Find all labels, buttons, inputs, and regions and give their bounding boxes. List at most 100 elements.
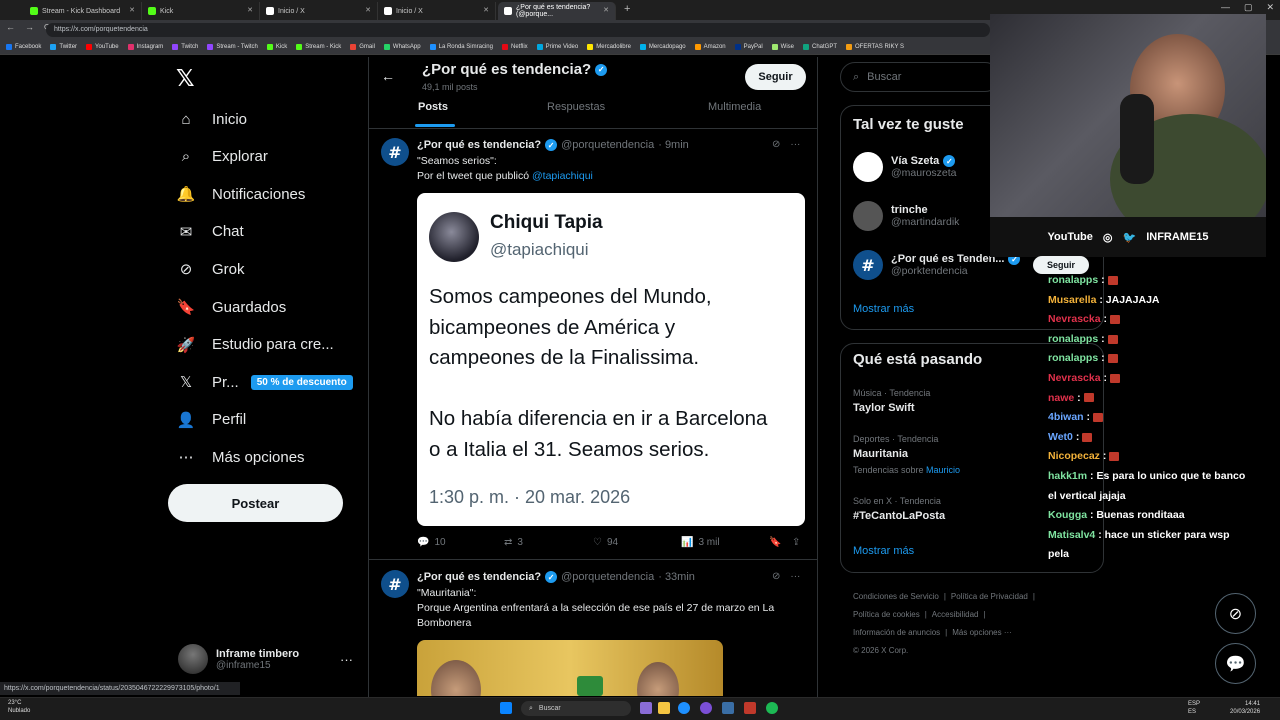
messages-fab[interactable]: 💬 bbox=[1215, 643, 1256, 684]
grok-icon[interactable]: ⊘ bbox=[772, 571, 780, 582]
nav-item-inicio[interactable]: ⌂ Inicio bbox=[176, 104, 247, 134]
bookmark-item[interactable]: Gmail bbox=[350, 44, 375, 50]
maximize-button[interactable]: ▢ bbox=[1244, 2, 1253, 13]
chat-username[interactable]: ronalapps bbox=[1048, 274, 1098, 286]
chat-username[interactable]: Kougga bbox=[1048, 509, 1087, 521]
taskbar-search[interactable]: ⌕ Buscar bbox=[521, 701, 631, 716]
bookmark-item[interactable]: Wise bbox=[771, 44, 794, 50]
browser-tab[interactable]: Inicio / X ✕ bbox=[260, 2, 378, 20]
bookmark-item[interactable]: Twitch bbox=[172, 44, 198, 50]
nav-item-perfil[interactable]: 👤 Perfil bbox=[176, 405, 247, 435]
trend-name[interactable]: Mauritania bbox=[853, 448, 908, 460]
tab-replies[interactable]: Respuestas bbox=[547, 101, 605, 113]
app-icon[interactable] bbox=[700, 702, 712, 714]
bookmark-item[interactable]: Mercadolibre bbox=[587, 44, 631, 50]
weather-widget[interactable]: 23°C Nublado bbox=[8, 699, 30, 715]
nav-item-guardados[interactable]: 🔖 Guardados bbox=[176, 292, 287, 322]
mention-link[interactable]: @tapiachiqui bbox=[532, 170, 593, 182]
tweet-avatar[interactable]: # bbox=[381, 138, 409, 166]
taskview-icon[interactable] bbox=[640, 702, 652, 714]
premium-discount-badge[interactable]: 50 % de descuento bbox=[250, 374, 353, 390]
trend-name[interactable]: #TeCantoLaPosta bbox=[853, 510, 945, 522]
chat-username[interactable]: Nevrascka bbox=[1048, 313, 1101, 325]
browser-tab[interactable]: Kick ✕ bbox=[142, 2, 260, 20]
nav-item-explorar[interactable]: ⌕ Explorar bbox=[176, 142, 268, 172]
suggestion-item[interactable]: trinche @martindardik bbox=[853, 201, 959, 231]
url-field[interactable]: https://x.com/porquetendencia bbox=[46, 23, 990, 37]
share-button[interactable]: ⇪ bbox=[792, 537, 800, 548]
show-more-link[interactable]: Mostrar más bbox=[853, 303, 914, 315]
post-button[interactable]: Postear bbox=[168, 484, 343, 522]
follow-button[interactable]: Seguir bbox=[745, 64, 806, 90]
tweet-image[interactable] bbox=[417, 640, 723, 696]
close-tab-icon[interactable]: ✕ bbox=[129, 6, 135, 14]
folder-icon[interactable] bbox=[658, 702, 670, 714]
browser-tab[interactable]: Stream - Kick Dashboard ✕ bbox=[24, 2, 142, 20]
suggestion-item[interactable]: Vía Szeta ✓ @mauroszeta bbox=[853, 152, 957, 182]
close-tab-icon[interactable]: ✕ bbox=[365, 6, 371, 14]
search-input[interactable]: ⌕ Buscar bbox=[840, 62, 1000, 92]
steam-icon[interactable] bbox=[722, 702, 734, 714]
bookmark-item[interactable]: Netflix bbox=[501, 44, 528, 50]
spotify-icon[interactable] bbox=[766, 702, 778, 714]
bookmark-item[interactable]: Prime Video bbox=[536, 44, 578, 50]
chat-username[interactable]: ronalapps bbox=[1048, 333, 1098, 345]
bookmark-item[interactable]: PayPal bbox=[734, 44, 763, 50]
start-icon[interactable] bbox=[500, 702, 512, 714]
footer-link[interactable]: © 2026 X Corp. bbox=[853, 646, 908, 655]
new-tab-button[interactable]: + bbox=[624, 3, 630, 15]
nav-item-chat[interactable]: ✉ Chat bbox=[176, 217, 244, 247]
footer-link[interactable]: Política de cookies bbox=[853, 610, 920, 619]
reply-button[interactable]: 💬 10 bbox=[417, 537, 446, 548]
chat-username[interactable]: Nevrascka bbox=[1048, 372, 1101, 384]
bookmark-item[interactable]: Instagram bbox=[127, 44, 163, 50]
more-icon[interactable]: ··· bbox=[790, 571, 800, 582]
minimize-button[interactable]: — bbox=[1221, 2, 1230, 13]
nav-item-estudio-para-cre[interactable]: 🚀 Estudio para cre... bbox=[176, 330, 334, 360]
browser-tab-active[interactable]: ¿Por qué es tendencia? (@porque... ✕ bbox=[498, 2, 616, 20]
tab-media[interactable]: Multimedia bbox=[708, 101, 761, 113]
tweet-avatar[interactable]: # bbox=[381, 570, 409, 598]
chat-username[interactable]: Matisalv4 bbox=[1048, 529, 1095, 541]
bookmark-button[interactable]: 🔖 bbox=[769, 537, 781, 548]
follow-button-small[interactable]: Seguir bbox=[1033, 256, 1089, 274]
bookmark-item[interactable]: YouTube bbox=[86, 44, 119, 50]
bookmark-item[interactable]: WhatsApp bbox=[383, 44, 421, 50]
edge-icon[interactable] bbox=[678, 702, 690, 714]
views-button[interactable]: 📊 3 mil bbox=[681, 537, 720, 548]
bookmark-item[interactable]: Stream - Twitch bbox=[207, 44, 258, 50]
chat-username[interactable]: 4biwan bbox=[1048, 411, 1084, 423]
forward-arrow-icon[interactable]: → bbox=[25, 22, 34, 33]
like-button[interactable]: ♡ 94 bbox=[593, 537, 618, 548]
nav-item-m-s-opciones[interactable]: ⋯ Más opciones bbox=[176, 442, 305, 472]
footer-link[interactable]: Política de Privacidad bbox=[951, 592, 1028, 601]
bookmark-item[interactable]: ChatGPT bbox=[803, 44, 837, 50]
grok-fab[interactable]: ⊘ bbox=[1215, 593, 1256, 634]
bookmark-item[interactable]: Kick bbox=[266, 44, 287, 50]
account-more-icon[interactable]: ··· bbox=[340, 652, 353, 667]
bookmark-item[interactable]: Amazon bbox=[694, 44, 726, 50]
chat-username[interactable]: Wet0 bbox=[1048, 431, 1073, 443]
repost-button[interactable]: ⇄ 3 bbox=[504, 537, 523, 548]
chat-username[interactable]: nawe bbox=[1048, 392, 1074, 404]
close-tab-icon[interactable]: ✕ bbox=[247, 6, 253, 14]
clock[interactable]: 14:41 20/03/2026 bbox=[1230, 700, 1260, 716]
close-tab-icon[interactable]: ✕ bbox=[603, 6, 609, 14]
bookmark-item[interactable]: Facebook bbox=[6, 44, 41, 50]
more-icon[interactable]: ··· bbox=[790, 139, 800, 150]
footer-link[interactable]: Condiciones de Servicio bbox=[853, 592, 939, 601]
close-tab-icon[interactable]: ✕ bbox=[483, 6, 489, 14]
account-switcher[interactable]: Inframe timbero @inframe15 bbox=[178, 644, 299, 674]
nav-item-grok[interactable]: ⊘ Grok bbox=[176, 254, 245, 284]
footer-link[interactable]: Accesibilidad bbox=[932, 610, 979, 619]
bookmark-item[interactable]: La Ronda Simracing bbox=[429, 44, 493, 50]
bookmark-item[interactable]: OFERTAS RIKY S bbox=[846, 44, 904, 50]
grok-icon[interactable]: ⊘ bbox=[772, 139, 780, 150]
show-more-link[interactable]: Mostrar más bbox=[853, 545, 914, 557]
tab-posts[interactable]: Posts bbox=[418, 101, 448, 113]
chat-username[interactable]: Musarella bbox=[1048, 294, 1096, 306]
chat-username[interactable]: ronalapps bbox=[1048, 352, 1098, 364]
nav-item-notificaciones[interactable]: 🔔 Notificaciones bbox=[176, 179, 306, 209]
chat-username[interactable]: hakk1m bbox=[1048, 470, 1087, 482]
trend-name[interactable]: Taylor Swift bbox=[853, 402, 915, 414]
